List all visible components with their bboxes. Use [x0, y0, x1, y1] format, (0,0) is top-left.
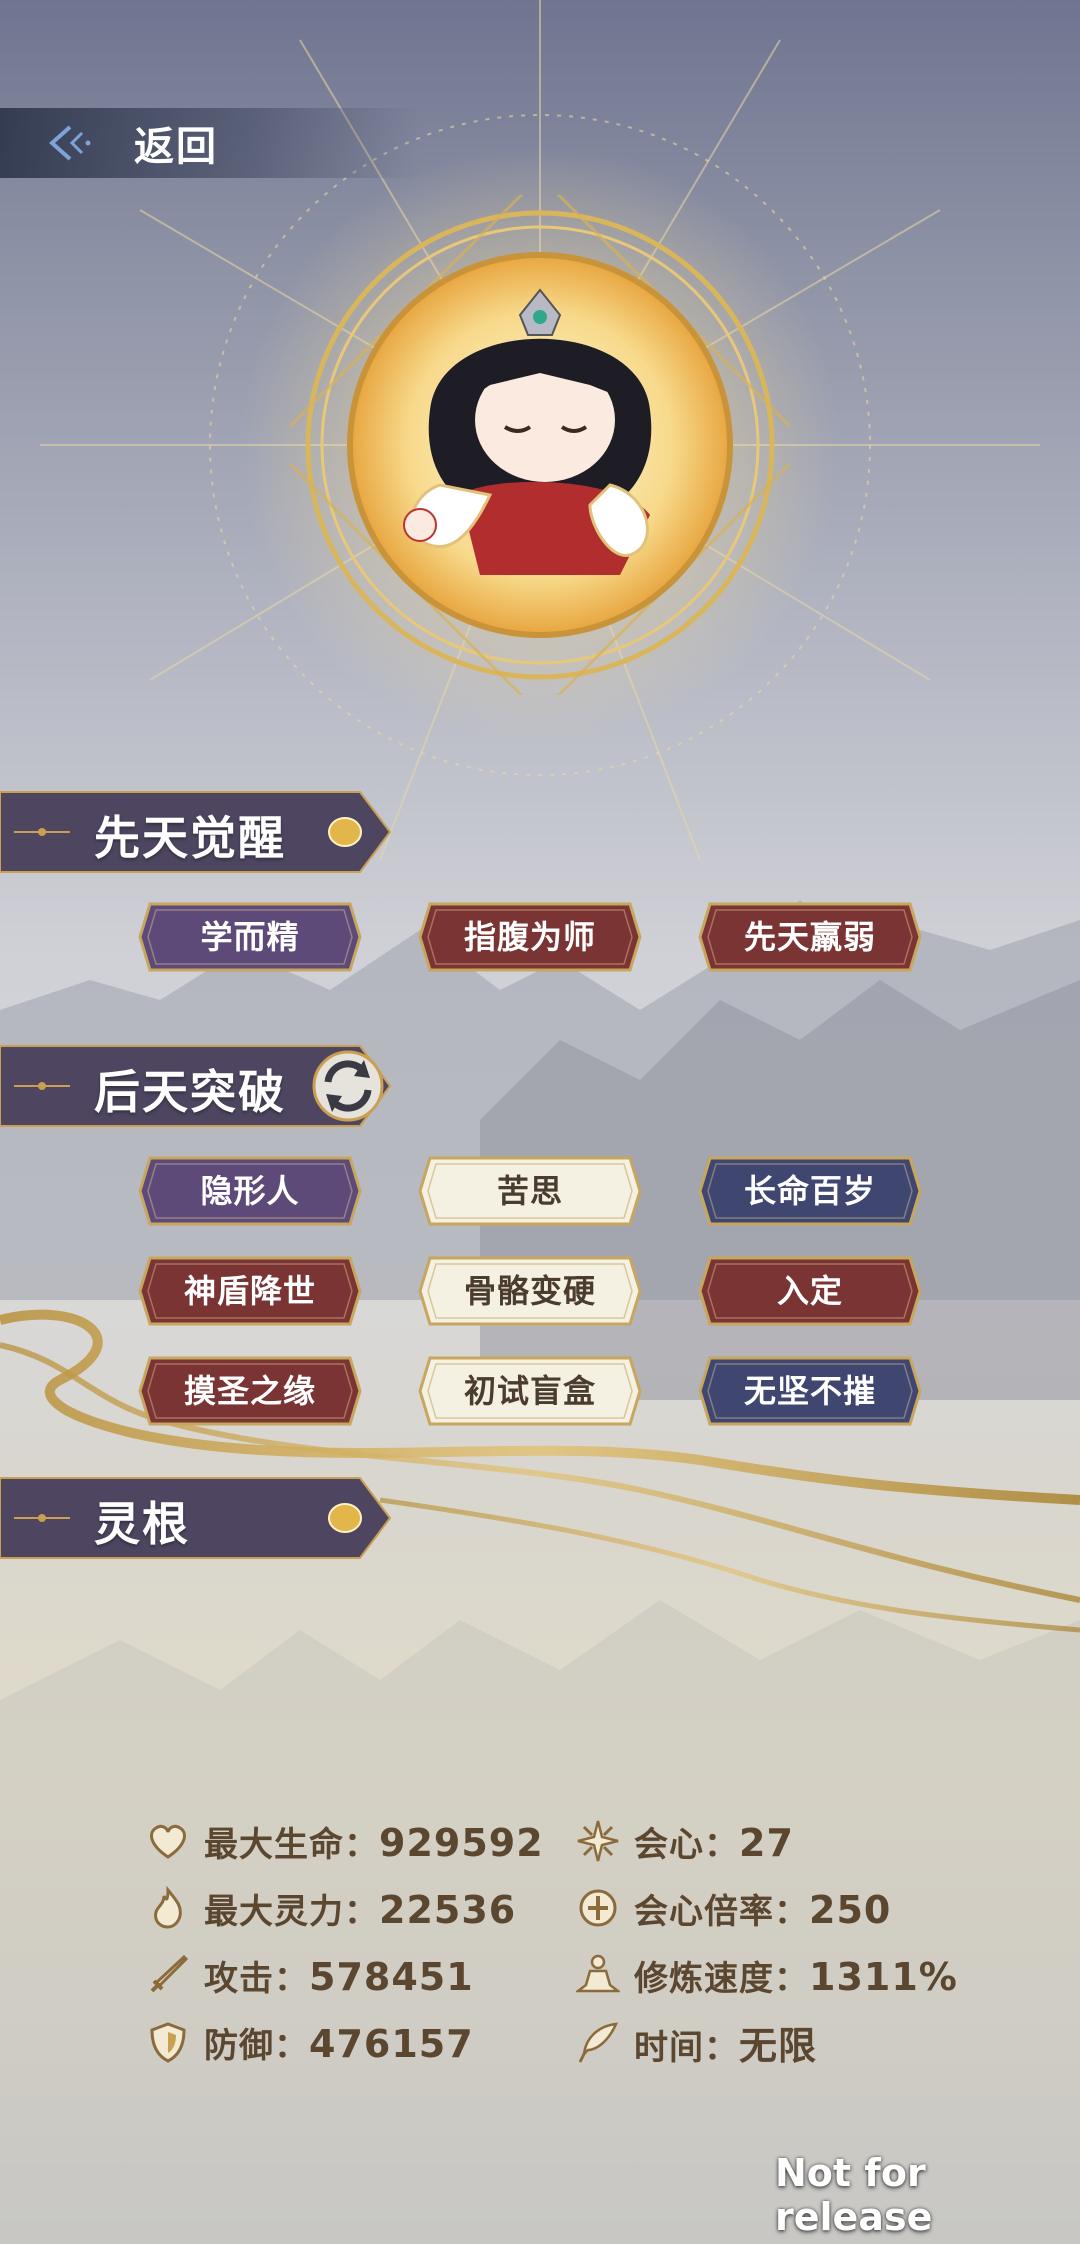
talent-tag[interactable]: 无坚不摧 — [696, 1352, 924, 1430]
stat-value: 578451 — [309, 1954, 474, 1999]
shield-icon — [150, 2022, 186, 2063]
stat-attack: 攻击：578451 — [146, 1947, 474, 2003]
section-header-innate: 先天觉醒 — [0, 788, 395, 876]
stat-label: 会心倍率： — [634, 1891, 809, 1932]
stat-defense: 防御：476157 — [146, 2014, 474, 2070]
feather-icon — [578, 2022, 619, 2063]
talent-tag[interactable]: 骨骼变硬 — [416, 1252, 644, 1330]
stat-max-hp: 最大生命：929592 — [146, 1813, 544, 1869]
stat-label: 会心： — [634, 1824, 739, 1865]
stat-value: 22536 — [379, 1887, 517, 1932]
crit-star-icon — [577, 1820, 619, 1862]
watermark-text: Not for release — [775, 2151, 933, 2239]
talent-tag[interactable]: 先天羸弱 — [696, 898, 924, 976]
stat-value: 476157 — [309, 2021, 474, 2066]
tag-label: 无坚不摧 — [743, 1372, 876, 1410]
tag-label: 入定 — [776, 1272, 843, 1310]
tag-label: 长命百岁 — [743, 1172, 876, 1210]
tag-label: 神盾降世 — [183, 1272, 316, 1310]
section-title: 先天觉醒 — [94, 811, 286, 865]
stat-label: 攻击： — [204, 1958, 309, 1999]
stat-value: 无限 — [739, 2023, 818, 2068]
stat-value: 27 — [739, 1820, 794, 1865]
stat-cultivation-speed: 修炼速度：1311% — [576, 1947, 958, 2003]
tag-label: 隐形人 — [200, 1172, 300, 1210]
talent-tag[interactable]: 摸圣之缘 — [136, 1352, 364, 1430]
tag-label: 摸圣之缘 — [183, 1372, 316, 1410]
talent-tag[interactable]: 初试盲盒 — [416, 1352, 644, 1430]
tag-label: 学而精 — [200, 918, 300, 956]
talent-tag[interactable]: 长命百岁 — [696, 1152, 924, 1230]
back-button[interactable]: 返回 — [0, 108, 420, 178]
section-title: 后天突破 — [94, 1065, 286, 1119]
stat-label: 最大生命： — [204, 1824, 379, 1865]
stat-label: 时间： — [634, 2027, 739, 2068]
stat-value: 929592 — [379, 1820, 544, 1865]
stat-label: 最大灵力： — [204, 1891, 379, 1932]
section-title: 灵根 — [94, 1497, 190, 1551]
stat-max-mana: 最大灵力：22536 — [146, 1880, 516, 1936]
section-header-root: 灵根 — [0, 1474, 395, 1562]
stat-label: 修炼速度： — [634, 1958, 809, 1999]
talent-tag[interactable]: 指腹为师 — [416, 898, 644, 976]
meditation-icon — [576, 1954, 620, 1993]
crit-multiplier-icon — [579, 1889, 617, 1927]
tag-label: 指腹为师 — [463, 918, 596, 956]
stat-time: 时间：无限 — [576, 2014, 817, 2070]
tag-label: 苦思 — [496, 1172, 563, 1210]
tag-label: 骨骼变硬 — [463, 1272, 596, 1310]
talent-tag[interactable]: 隐形人 — [136, 1152, 364, 1230]
stat-crit: 会心：27 — [576, 1813, 794, 1869]
stat-value: 250 — [809, 1887, 892, 1932]
tag-label: 初试盲盒 — [463, 1372, 596, 1410]
refresh-icon[interactable] — [310, 1048, 386, 1124]
back-arrow-icon — [48, 125, 91, 161]
back-label: 返回 — [134, 124, 218, 170]
stat-crit-rate: 会心倍率：250 — [576, 1880, 891, 1936]
talent-tag[interactable]: 苦思 — [416, 1152, 644, 1230]
stat-label: 防御： — [204, 2025, 309, 2066]
heart-icon — [150, 1824, 186, 1859]
flame-icon — [154, 1886, 182, 1929]
talent-tag[interactable]: 学而精 — [136, 898, 364, 976]
section-banner — [0, 1477, 392, 1559]
tag-label: 先天羸弱 — [743, 918, 876, 956]
talent-tag[interactable]: 入定 — [696, 1252, 924, 1330]
sword-icon — [150, 1954, 189, 1993]
talent-tag[interactable]: 神盾降世 — [136, 1252, 364, 1330]
character-avatar[interactable] — [290, 195, 790, 695]
stat-value: 1311% — [809, 1954, 958, 1999]
